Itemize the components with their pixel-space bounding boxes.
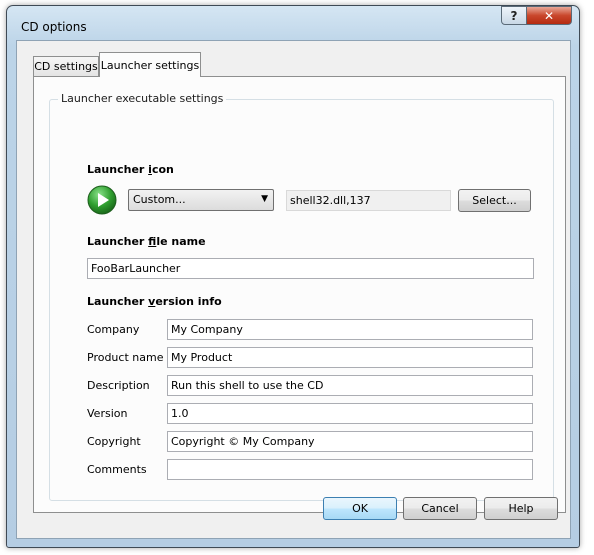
company-input[interactable]: My Company (167, 319, 533, 340)
ok-button[interactable]: OK (323, 497, 397, 520)
chevron-down-icon: ▼ (261, 194, 268, 204)
cancel-button[interactable]: Cancel (403, 497, 477, 520)
launcher-file-name-input[interactable]: FooBarLauncher (87, 258, 534, 279)
version-label: Version (87, 407, 128, 420)
icon-path-field: shell32.dll,137 (286, 190, 451, 211)
description-input[interactable]: Run this shell to use the CD (167, 375, 533, 396)
version-input[interactable]: 1.0 (167, 403, 533, 424)
copyright-input[interactable]: Copyright © My Company (167, 431, 533, 452)
dialog-window: CD options ? ✕ CD settings Launcher sett… (6, 5, 580, 548)
product-name-input[interactable]: My Product (167, 347, 533, 368)
product-name-label: Product name (87, 351, 164, 364)
help-button[interactable]: Help (484, 497, 558, 520)
version-info-heading: Launcher version info (87, 295, 222, 308)
dialog-client-area: CD settings Launcher settings Launcher e… (16, 40, 571, 539)
window-title: CD options (21, 20, 87, 34)
icon-source-value: Custom... (133, 193, 186, 206)
tab-cd-settings[interactable]: CD settings (33, 56, 99, 76)
company-label: Company (87, 323, 140, 336)
help-title-button[interactable]: ? (501, 6, 527, 25)
icon-source-dropdown[interactable]: Custom... ▼ (128, 189, 274, 211)
copyright-label: Copyright (87, 435, 141, 448)
tab-launcher-settings[interactable]: Launcher settings (99, 52, 201, 77)
play-icon (87, 185, 117, 215)
group-label: Launcher executable settings (58, 92, 227, 105)
comments-input[interactable] (167, 459, 533, 480)
select-icon-button[interactable]: Select... (458, 189, 531, 212)
launcher-icon-heading: Launcher icon (87, 163, 174, 176)
description-label: Description (87, 379, 150, 392)
close-button[interactable]: ✕ (526, 6, 572, 25)
comments-label: Comments (87, 463, 147, 476)
tab-panel: Launcher executable settings Launcher ic… (33, 76, 566, 513)
launcher-file-heading: Launcher file name (87, 235, 206, 248)
